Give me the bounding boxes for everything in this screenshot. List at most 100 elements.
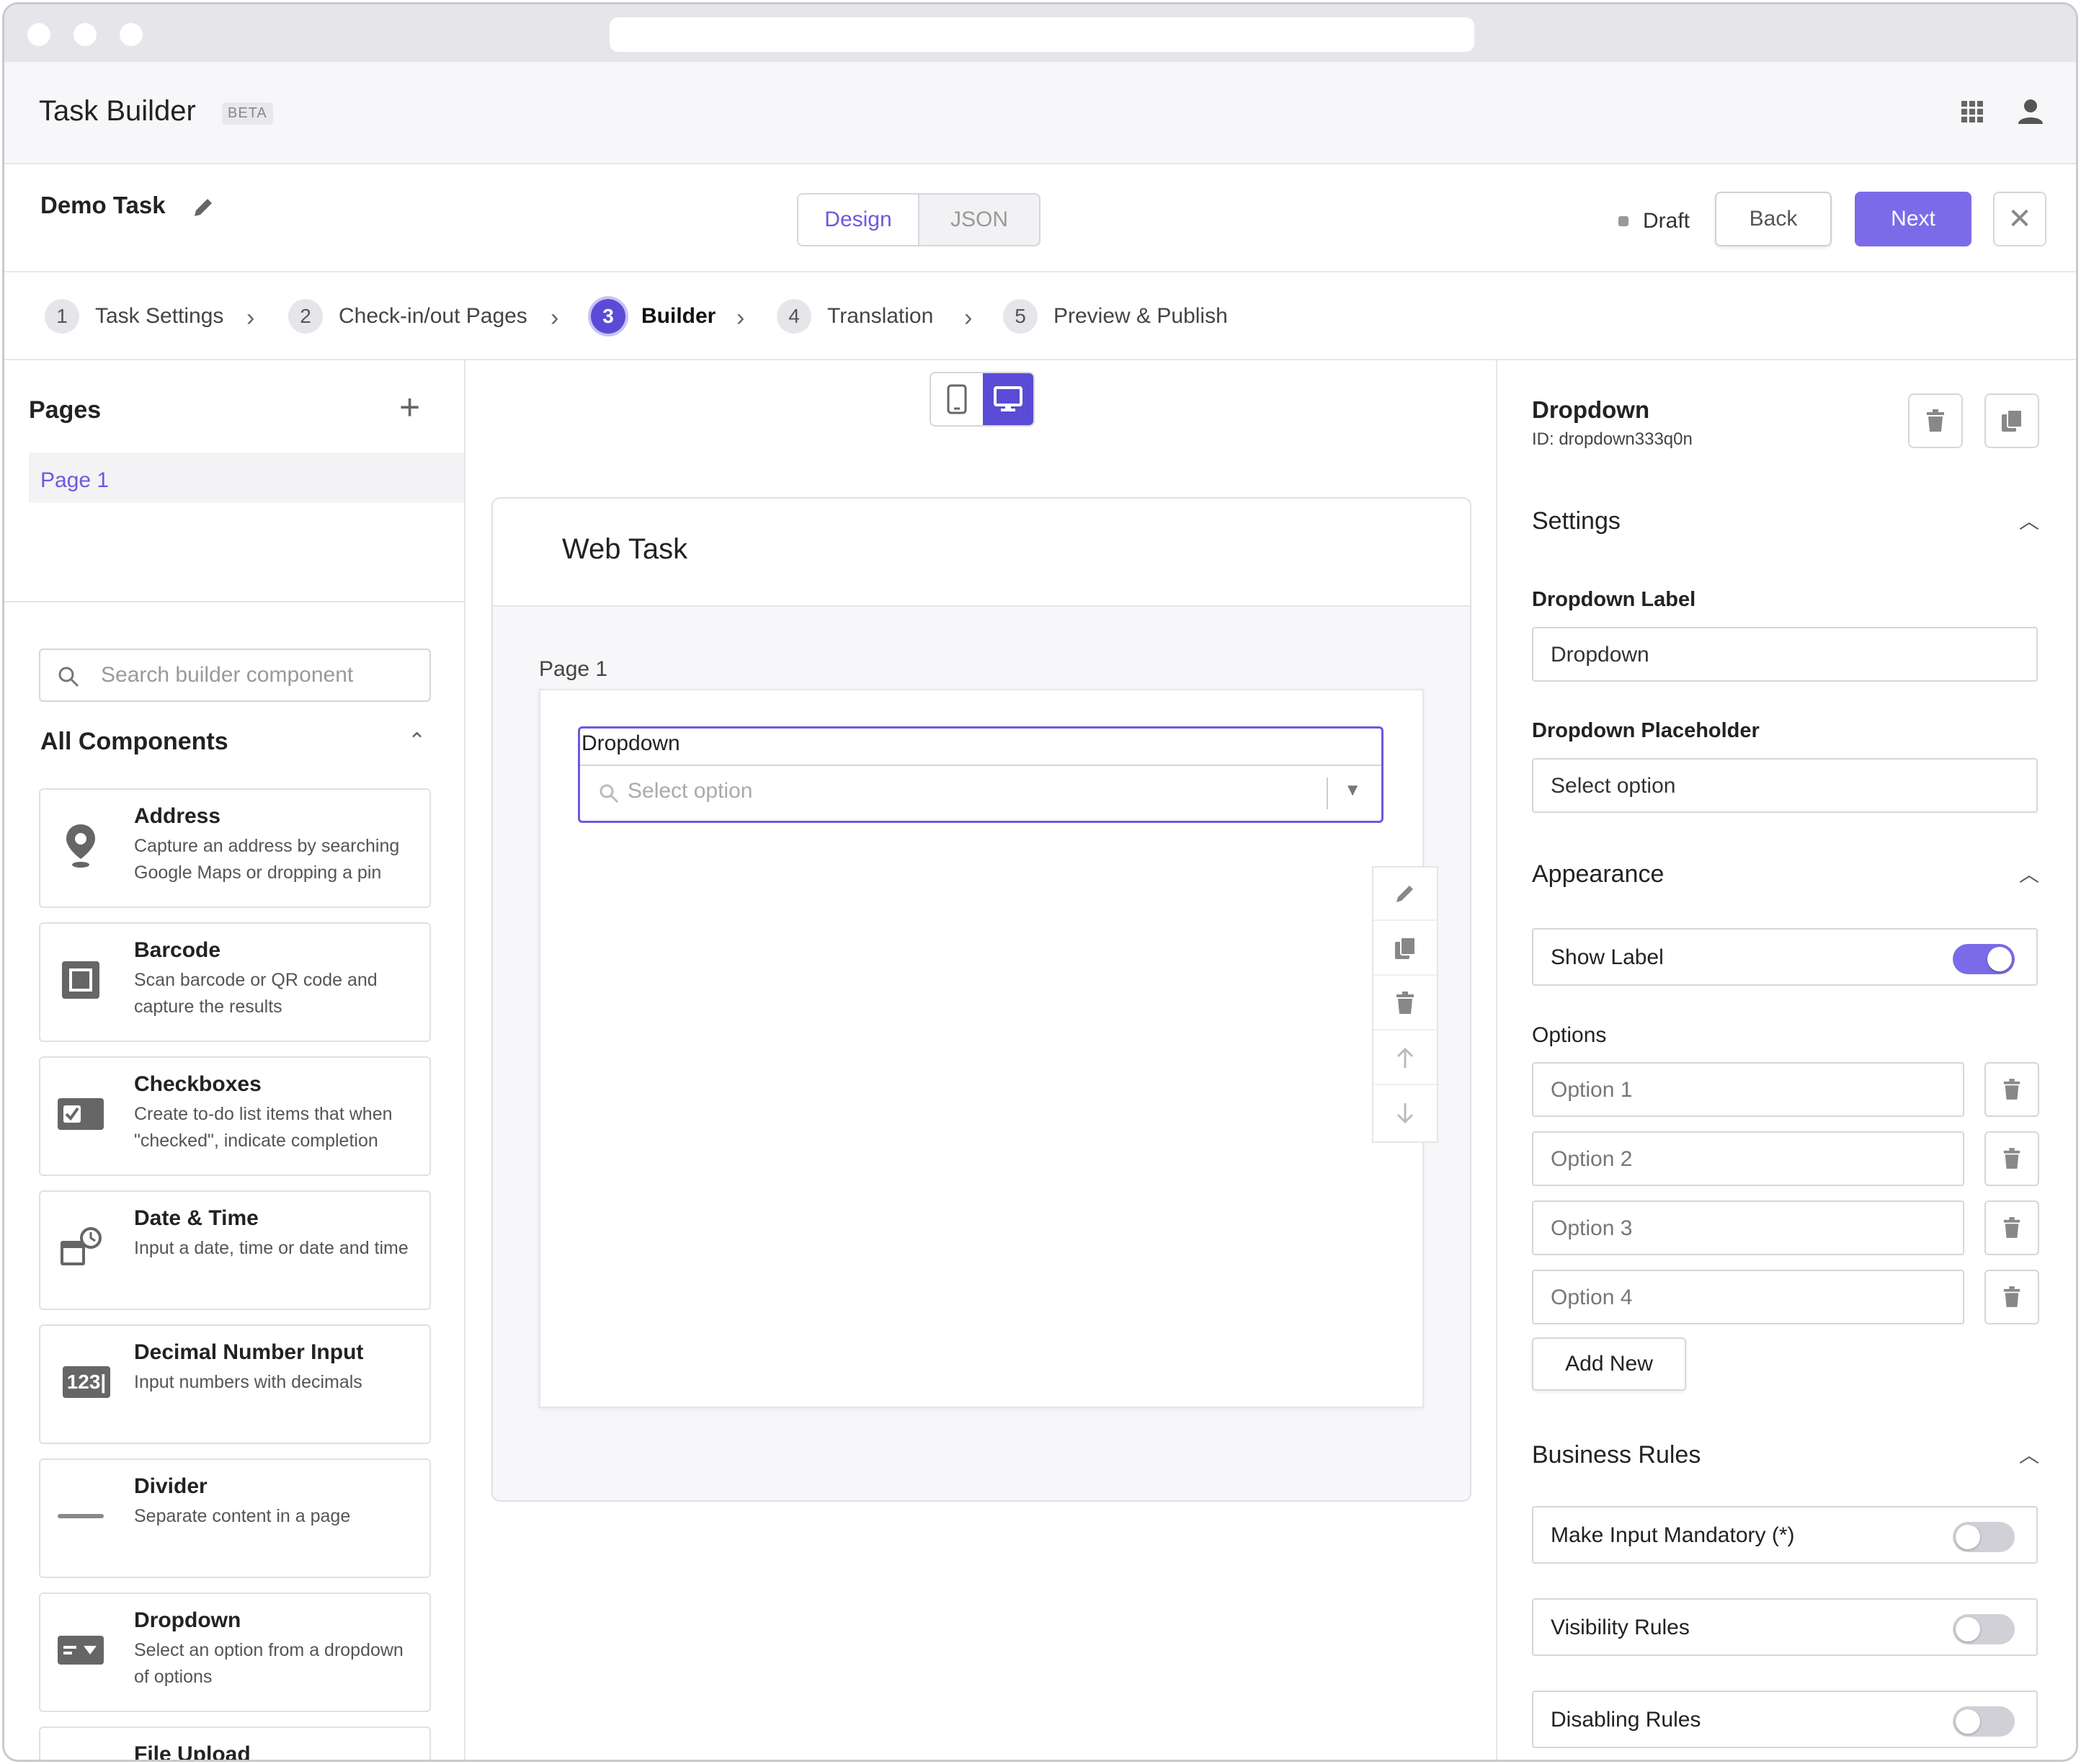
component-title: Barcode	[134, 938, 221, 962]
edit-pencil-icon	[1396, 886, 1413, 902]
step-builder[interactable]: 3 Builder	[591, 298, 716, 334]
apps-grid-icon[interactable]	[1960, 99, 1984, 124]
dropdown-label-input[interactable]: Dropdown	[1532, 627, 2038, 682]
app-header: Task Builder BETA	[4, 62, 2076, 164]
status-label: Draft	[1643, 209, 1690, 233]
step-label: Translation	[827, 304, 934, 328]
chevron-up-icon[interactable]: ︿	[2019, 1440, 2039, 1469]
show-label-toggle[interactable]	[1953, 944, 2015, 974]
dropdown-select[interactable]: Select option ▼	[580, 765, 1381, 821]
next-button[interactable]: Next	[1855, 192, 1971, 246]
step-label: Check-in/out Pages	[339, 304, 527, 328]
delete-option-button[interactable]	[1984, 1270, 2039, 1324]
show-label-label: Show Label	[1551, 945, 1664, 969]
step-translation[interactable]: 4 Translation	[777, 298, 933, 334]
step-number: 3	[591, 299, 625, 334]
dropdown-field-label: Dropdown	[581, 731, 680, 755]
window-maximize-dot[interactable]	[120, 23, 143, 46]
mobile-view-button[interactable]	[931, 373, 983, 425]
progress-stepper: 1 Task Settings › 2 Check-in/out Pages ›…	[4, 272, 2076, 360]
add-new-option-button[interactable]: Add New	[1532, 1337, 1686, 1391]
move-down-button[interactable]	[1373, 1087, 1437, 1140]
component-card-dropdown[interactable]: Dropdown Select an option from a dropdow…	[39, 1592, 431, 1712]
canvas-page: Dropdown Select option ▼	[539, 689, 1424, 1408]
trash-icon	[2003, 1286, 2020, 1307]
step-label: Task Settings	[95, 304, 224, 328]
delete-option-button[interactable]	[1984, 1131, 2039, 1186]
edit-pencil-icon[interactable]	[190, 195, 216, 220]
option-input[interactable]: Option 2	[1532, 1131, 1964, 1186]
step-preview-publish[interactable]: 5 Preview & Publish	[1003, 298, 1228, 334]
move-up-button[interactable]	[1373, 1032, 1437, 1085]
all-components-title: All Components	[40, 728, 228, 755]
component-card-checkboxes[interactable]: Checkboxes Create to-do list items that …	[39, 1056, 431, 1176]
component-search-input[interactable]: Search builder component	[39, 649, 431, 702]
window-close-dot[interactable]	[27, 23, 50, 46]
component-title: Decimal Number Input	[134, 1340, 364, 1364]
copy-icon	[2002, 409, 2023, 432]
disabling-rules-row: Disabling Rules	[1532, 1690, 2038, 1748]
trash-icon	[2003, 1079, 2020, 1100]
chevron-right-icon: ›	[246, 304, 255, 331]
mandatory-row: Make Input Mandatory (*)	[1532, 1506, 2038, 1564]
duplicate-field-button[interactable]	[1373, 922, 1437, 976]
component-card-decimal-number[interactable]: 123| Decimal Number Input Input numbers …	[39, 1324, 431, 1444]
mandatory-toggle[interactable]	[1953, 1522, 2015, 1552]
user-icon[interactable]	[2016, 97, 2045, 125]
component-description: Input numbers with decimals	[134, 1372, 362, 1392]
dropdown-label-title: Dropdown Label	[1532, 588, 1696, 611]
options-title: Options	[1532, 1023, 1607, 1047]
tab-design[interactable]: Design	[798, 195, 919, 245]
barcode-scan-icon	[58, 957, 104, 1003]
close-button[interactable]: ✕	[1993, 192, 2046, 246]
tab-json[interactable]: JSON	[919, 195, 1039, 245]
pages-title: Pages	[29, 396, 102, 424]
component-card-date-time[interactable]: Date & Time Input a date, time or date a…	[39, 1190, 431, 1310]
disabling-rules-toggle[interactable]	[1953, 1706, 2015, 1737]
trash-icon	[2003, 1148, 2020, 1169]
page-list-item[interactable]: Page 1	[29, 453, 464, 503]
number-input-icon: 123|	[58, 1359, 115, 1405]
delete-option-button[interactable]	[1984, 1200, 2039, 1255]
chevron-right-icon: ›	[551, 304, 559, 331]
duplicate-component-button[interactable]	[1984, 393, 2039, 448]
window-minimize-dot[interactable]	[73, 23, 97, 46]
visibility-rules-toggle[interactable]	[1953, 1614, 2015, 1644]
delete-field-button[interactable]	[1373, 977, 1437, 1030]
browser-window: Task Builder BETA Demo Task Design JSON …	[2, 2, 2078, 1762]
option-input[interactable]: Option 3	[1532, 1200, 1964, 1255]
option-input[interactable]: Option 4	[1532, 1270, 1964, 1324]
dropdown-icon	[58, 1627, 104, 1673]
calendar-clock-icon	[58, 1225, 104, 1271]
map-pin-icon	[58, 823, 104, 869]
component-card-address[interactable]: Address Capture an address by searching …	[39, 788, 431, 908]
trash-icon	[2003, 1217, 2020, 1238]
settings-section-title: Settings	[1532, 507, 1621, 535]
back-button[interactable]: Back	[1715, 192, 1832, 246]
desktop-view-button[interactable]	[983, 373, 1033, 425]
component-description: Capture an address by searching Google M…	[134, 836, 400, 883]
component-card-divider[interactable]: Divider Separate content in a page	[39, 1458, 431, 1578]
dropdown-placeholder-input[interactable]: Select option	[1532, 758, 2038, 813]
divider	[4, 601, 465, 602]
option-input[interactable]: Option 1	[1532, 1062, 1964, 1117]
properties-panel: Dropdown ID: dropdown333q0n Settings ︿ D…	[1496, 360, 2076, 1760]
delete-component-button[interactable]	[1908, 393, 1963, 448]
edit-field-button[interactable]	[1373, 868, 1437, 921]
collapse-chevron-icon[interactable]: ⌄	[408, 726, 426, 752]
step-check-in-out[interactable]: 2 Check-in/out Pages	[288, 298, 527, 334]
delete-option-button[interactable]	[1984, 1062, 2039, 1117]
component-description: Select an option from a dropdown of opti…	[134, 1640, 404, 1687]
search-placeholder: Search builder component	[101, 663, 354, 687]
selected-dropdown-field[interactable]: Dropdown Select option ▼	[578, 726, 1383, 823]
component-card-file-upload[interactable]: File Upload	[39, 1727, 431, 1760]
component-card-barcode[interactable]: Barcode Scan barcode or QR code and capt…	[39, 922, 431, 1042]
business-rules-section-title: Business Rules	[1532, 1441, 1701, 1469]
draft-status-dot	[1618, 216, 1628, 226]
add-page-plus-icon[interactable]: +	[399, 386, 420, 428]
trash-icon	[1396, 992, 1414, 1014]
step-task-settings[interactable]: 1 Task Settings	[45, 298, 223, 334]
address-bar[interactable]	[610, 17, 1474, 52]
chevron-up-icon[interactable]: ︿	[2019, 506, 2039, 535]
chevron-up-icon[interactable]: ︿	[2019, 859, 2039, 888]
